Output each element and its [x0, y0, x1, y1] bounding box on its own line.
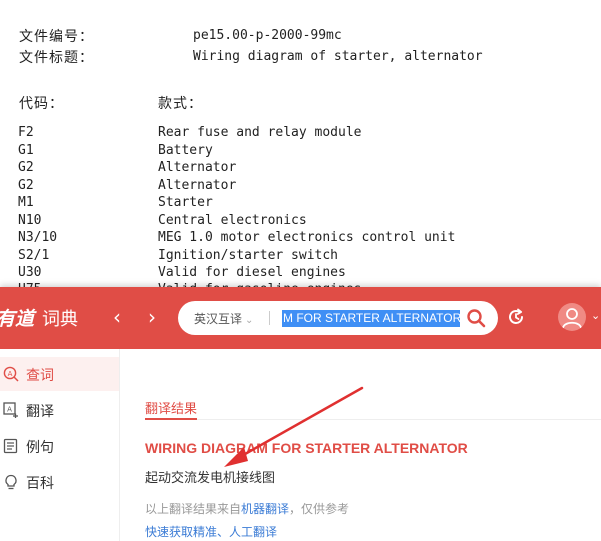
component-desc: Alternator: [158, 160, 237, 175]
main-content: 翻译结果 WIRING DIAGRAM FOR STARTER ALTERNAT…: [121, 349, 601, 541]
file-number-value: pe15.00-p-2000-99mc: [193, 28, 342, 43]
component-desc: Rear fuse and relay module: [158, 125, 362, 140]
user-avatar[interactable]: [558, 303, 586, 331]
encyclopedia-bulb-icon: [5, 474, 17, 490]
sidebar-item-label: 查词: [26, 368, 54, 384]
translation-text: 起动交流发电机接线图: [145, 471, 276, 486]
component-code: G1: [18, 143, 34, 158]
sidebar-item-translate[interactable]: A 翻译: [0, 393, 119, 427]
search-box: 英汉互译 ⌄ M FOR STARTER ALTERNATOR: [178, 301, 498, 335]
youdao-logo: 有道: [0, 308, 35, 330]
svg-text:A: A: [7, 406, 12, 414]
code-column-header: 代码：: [19, 96, 64, 112]
sidebar-item-examples[interactable]: 例句: [0, 429, 119, 463]
example-sentence-icon: [3, 438, 18, 454]
file-title-label: 文件标题：: [19, 50, 94, 66]
avatar-chevron-icon[interactable]: ⌄: [591, 309, 600, 322]
search-divider: [269, 311, 270, 325]
chevron-down-icon: ⌄: [245, 315, 254, 326]
file-number-label: 文件编号：: [19, 29, 94, 45]
background-document: 文件编号： pe15.00-p-2000-99mc 文件标题： Wiring d…: [0, 0, 601, 290]
sidebar-item-label: 例句: [26, 440, 54, 456]
component-code: F2: [18, 125, 34, 140]
search-icon[interactable]: [465, 307, 487, 329]
disclaimer-suffix: ，仅供参考: [289, 502, 350, 516]
tab-active-underline: [145, 418, 197, 420]
search-input[interactable]: M FOR STARTER ALTERNATOR: [282, 310, 460, 327]
machine-translation-disclaimer: 以上翻译结果来自机器翻译，仅供参考: [145, 500, 349, 517]
component-desc: Alternator: [158, 178, 237, 193]
sidebar-item-label: 翻译: [26, 404, 54, 420]
component-code: S2/1: [18, 248, 50, 263]
tab-divider: [145, 419, 601, 420]
user-avatar-icon: [562, 308, 582, 329]
machine-translation-link[interactable]: 机器翻译: [241, 502, 289, 516]
tab-translation-result[interactable]: 翻译结果: [145, 398, 197, 417]
youdao-logo-subtitle: 词典: [42, 309, 78, 330]
component-code: G2: [18, 178, 34, 193]
forward-button[interactable]: ›: [142, 305, 162, 329]
component-desc: Battery: [158, 143, 213, 158]
component-code: N3/10: [18, 230, 58, 245]
type-column-header: 款式：: [158, 96, 203, 112]
component-desc: Ignition/starter switch: [158, 248, 339, 263]
translate-icon: A: [3, 402, 18, 418]
component-desc: Starter: [158, 195, 213, 210]
disclaimer-prefix: 以上翻译结果来自: [145, 502, 242, 516]
component-code: M1: [18, 195, 34, 210]
history-icon[interactable]: [506, 307, 526, 327]
file-title-value: Wiring diagram of starter, alternator: [193, 49, 483, 64]
component-code: N10: [18, 213, 42, 228]
search-word-icon: A: [3, 366, 19, 382]
sidebar-item-label: 百科: [26, 476, 54, 492]
sidebar-item-encyclopedia[interactable]: 百科: [0, 465, 119, 499]
sidebar: A 查词 A 翻译 例句 百科: [0, 349, 120, 541]
component-desc: Central electronics: [158, 213, 307, 228]
component-desc: Valid for diesel engines: [158, 265, 346, 280]
svg-text:A: A: [8, 370, 13, 378]
youdao-dictionary-window: 有道 词典 ‹ › 英汉互译⌄ M FOR STARTER ALTERNATOR…: [0, 287, 601, 541]
sidebar-item-lookup[interactable]: A 查词: [0, 357, 119, 391]
back-button[interactable]: ‹: [107, 305, 127, 329]
component-desc: MEG 1.0 motor electronics control unit: [158, 230, 456, 245]
top-bar: 有道 词典 ‹ › 英汉互译⌄ M FOR STARTER ALTERNATOR…: [0, 287, 601, 349]
human-translation-link[interactable]: 快速获取精准、人工翻译: [145, 523, 277, 540]
language-select-value: 英汉互译: [194, 312, 243, 326]
language-select[interactable]: 英汉互译 ⌄: [194, 310, 253, 327]
source-text: WIRING DIAGRAM FOR STARTER ALTERNATOR: [145, 440, 468, 456]
component-code: G2: [18, 160, 34, 175]
component-code: U30: [18, 265, 42, 280]
